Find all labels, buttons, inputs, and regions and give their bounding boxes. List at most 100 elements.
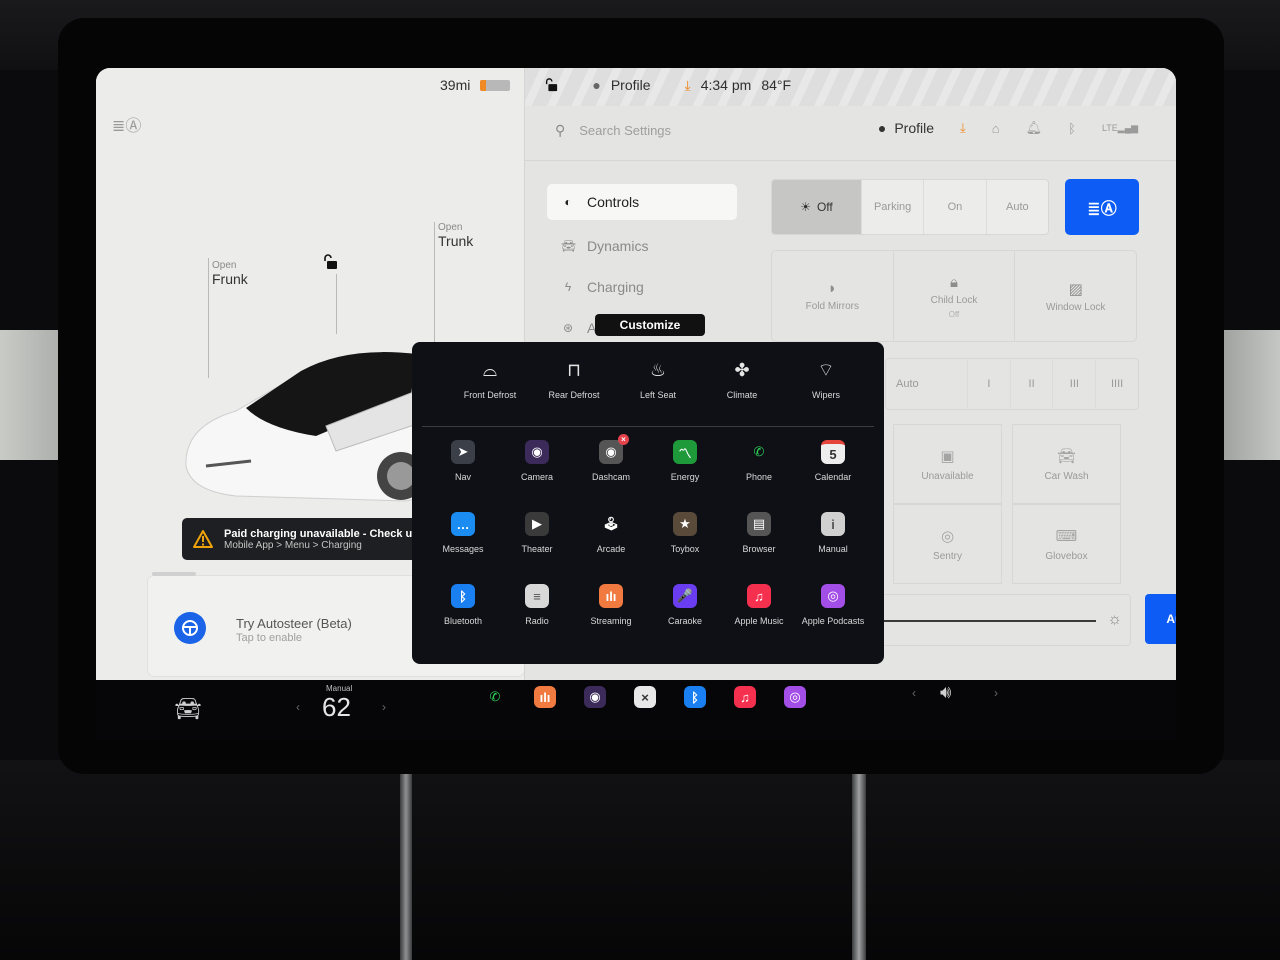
fold-mirrors-button[interactable]: ◗ Fold Mirrors <box>772 251 893 341</box>
app-bluetooth[interactable]: ᛒ Bluetooth <box>426 584 500 626</box>
lights-auto-option[interactable]: Auto <box>985 180 1048 234</box>
profile-button[interactable]: ● Profile <box>878 120 934 136</box>
app-energy[interactable]: 〽 Energy <box>648 440 722 482</box>
glovebox-tile[interactable]: ⌨︎ Glovebox <box>1012 504 1121 584</box>
unlock-icon[interactable] <box>322 254 338 270</box>
radio-icon: ≡ <box>525 584 549 608</box>
apple-music-icon: ♫ <box>747 584 771 608</box>
steering-wheel-icon: ⊛ <box>562 320 574 335</box>
app-messages[interactable]: … Messages <box>426 512 500 554</box>
wiper-speed-4[interactable]: IIII <box>1095 359 1138 409</box>
front-defrost-button[interactable]: ⌓ Front Defrost <box>448 358 532 401</box>
app-nav[interactable]: ➤ Nav <box>426 440 500 482</box>
nav-item-controls[interactable]: ◐ Controls <box>547 184 737 220</box>
remove-badge-icon[interactable]: × <box>618 434 629 445</box>
trunk-button[interactable]: Open Trunk <box>438 222 473 249</box>
camera-lens-icon[interactable]: ◉ <box>584 686 606 708</box>
app-browser[interactable]: ▤ Browser <box>722 512 796 554</box>
close-app-icon[interactable]: × <box>634 686 656 708</box>
apple-podcasts-icon: ◎ <box>821 584 845 608</box>
manual-icon: i <box>821 512 845 536</box>
volume-down-chevron-icon[interactable]: ‹ <box>912 686 916 700</box>
nav-item-dynamics[interactable]: 🚘︎ Dynamics <box>547 225 737 266</box>
window-lock-button[interactable]: ▨ Window Lock <box>1014 251 1136 341</box>
apple-podcasts-icon[interactable]: ◎ <box>784 686 806 708</box>
screen-mount <box>852 770 866 960</box>
streaming-icon: ılı <box>599 584 623 608</box>
temp-down-chevron-icon[interactable]: ‹ <box>296 700 300 714</box>
app-dashcam[interactable]: ◉ × Dashcam <box>574 434 648 482</box>
bell-icon[interactable]: 🔔︎ <box>1026 120 1043 136</box>
unavailable-tile[interactable]: ▣ Unavailable <box>893 424 1002 504</box>
volume-up-chevron-icon[interactable]: › <box>994 686 998 700</box>
app-toybox[interactable]: ★ Toybox <box>648 512 722 554</box>
download-icon[interactable]: ⤓ <box>685 77 691 94</box>
camera-lens-icon: ◉ <box>525 440 549 464</box>
mirror-icon: ◗ <box>827 280 837 297</box>
frunk-button[interactable]: Open Frunk <box>212 260 248 287</box>
apple-music-icon[interactable]: ♫ <box>734 686 756 708</box>
app-radio[interactable]: ≡ Radio <box>500 584 574 626</box>
front-defrost-icon: ⌓ <box>482 359 498 380</box>
slider-track[interactable] <box>876 620 1096 622</box>
bluetooth-icon: ᛒ <box>451 584 475 608</box>
left-seat-button[interactable]: ♨ Left Seat <box>616 358 700 401</box>
customize-tooltip[interactable]: Customize <box>595 314 705 336</box>
search-settings[interactable]: ⚲ Search Settings <box>555 122 671 139</box>
cabin-temperature[interactable]: 62 <box>322 692 351 723</box>
bluetooth-icon[interactable]: ᛒ <box>684 686 706 708</box>
alert-subtitle: Mobile App > Menu > Charging <box>224 539 362 551</box>
climate-button[interactable]: ✤ Climate <box>700 358 784 401</box>
app-manual[interactable]: i Manual <box>796 512 870 554</box>
search-input[interactable]: Search Settings <box>579 123 671 138</box>
rear-defrost-button[interactable]: ⊓ Rear Defrost <box>532 358 616 401</box>
browser-icon: ▤ <box>747 512 771 536</box>
lights-on-option[interactable]: On <box>923 180 985 234</box>
volume-icon[interactable]: 🔊︎ <box>940 682 951 703</box>
wiper-speed-2[interactable]: II <box>1009 359 1053 409</box>
app-theater[interactable]: ▶ Theater <box>500 512 574 554</box>
headlights-selector: ☀︎ Off Parking On Auto <box>771 179 1049 235</box>
app-arcade[interactable]: 🕹 Arcade <box>574 512 648 554</box>
wiper-auto-option[interactable]: Auto <box>886 359 967 409</box>
autosteer-subtitle: Tap to enable <box>236 632 303 644</box>
car-wash-tile[interactable]: 🚘︎ Car Wash <box>1012 424 1121 504</box>
card-drag-handle[interactable] <box>152 572 196 576</box>
homelink-icon[interactable]: ⌂ <box>992 121 1000 136</box>
sentry-tile[interactable]: ◎ Sentry <box>893 504 1002 584</box>
child-lock-button[interactable]: 🔒︎ Child Lock Off <box>892 251 1015 341</box>
wiper-speed-3[interactable]: III <box>1052 359 1095 409</box>
app-apple-podcasts[interactable]: ◎ Apple Podcasts <box>796 584 870 626</box>
auto-high-beam-button[interactable]: ≣Ⓐ <box>1065 179 1139 235</box>
unlock-icon[interactable] <box>544 78 558 92</box>
autosteer-title: Try Autosteer (Beta) <box>236 616 352 631</box>
wiper-speed-1[interactable]: I <box>966 359 1010 409</box>
quick-controls: ⌓ Front Defrost ⊓ Rear Defrost ♨ Left Seat … <box>448 358 868 401</box>
status-bar: 39mi ● Profile ⤓ 4:34 pm 84°F <box>440 74 791 96</box>
phone-icon[interactable]: ✆ <box>484 686 506 708</box>
streaming-icon[interactable]: ılı <box>534 686 556 708</box>
temp-up-chevron-icon[interactable]: › <box>382 700 386 714</box>
app-phone[interactable]: ✆ Phone <box>722 440 796 482</box>
wiper-speed-selector: Auto I II III IIII <box>885 358 1139 410</box>
app-apple-music[interactable]: ♫ Apple Music <box>722 584 796 626</box>
camera-icon: ▣ <box>940 447 955 465</box>
bluetooth-icon[interactable]: ᛒ <box>1068 121 1076 136</box>
download-icon[interactable]: ⤓ <box>960 120 966 136</box>
energy-icon: 〽 <box>673 440 697 464</box>
app-caraoke[interactable]: 🎤 Caraoke <box>648 584 722 626</box>
app-calendar[interactable]: 5 Calendar <box>796 440 870 482</box>
lights-off-option[interactable]: ☀︎ Off <box>772 180 861 234</box>
brightness-slider[interactable]: ☼ <box>875 594 1131 646</box>
wipers-button[interactable]: ⌔ Wipers <box>784 358 868 401</box>
profile-button[interactable]: Profile <box>611 77 651 93</box>
alert-title: Paid charging unavailable - Check unpaid <box>224 527 442 540</box>
nav-item-charging[interactable]: ϟ Charging <box>547 266 737 307</box>
lights-parking-option[interactable]: Parking <box>860 180 923 234</box>
rear-defrost-icon: ⊓ <box>566 359 582 380</box>
car-icon[interactable]: 🚘︎ <box>174 696 202 722</box>
app-streaming[interactable]: ılı Streaming <box>574 584 648 626</box>
app-camera[interactable]: ◉ Camera <box>500 440 574 482</box>
steering-wheel-icon <box>174 612 206 644</box>
brightness-auto-button[interactable]: Auto <box>1145 594 1176 644</box>
